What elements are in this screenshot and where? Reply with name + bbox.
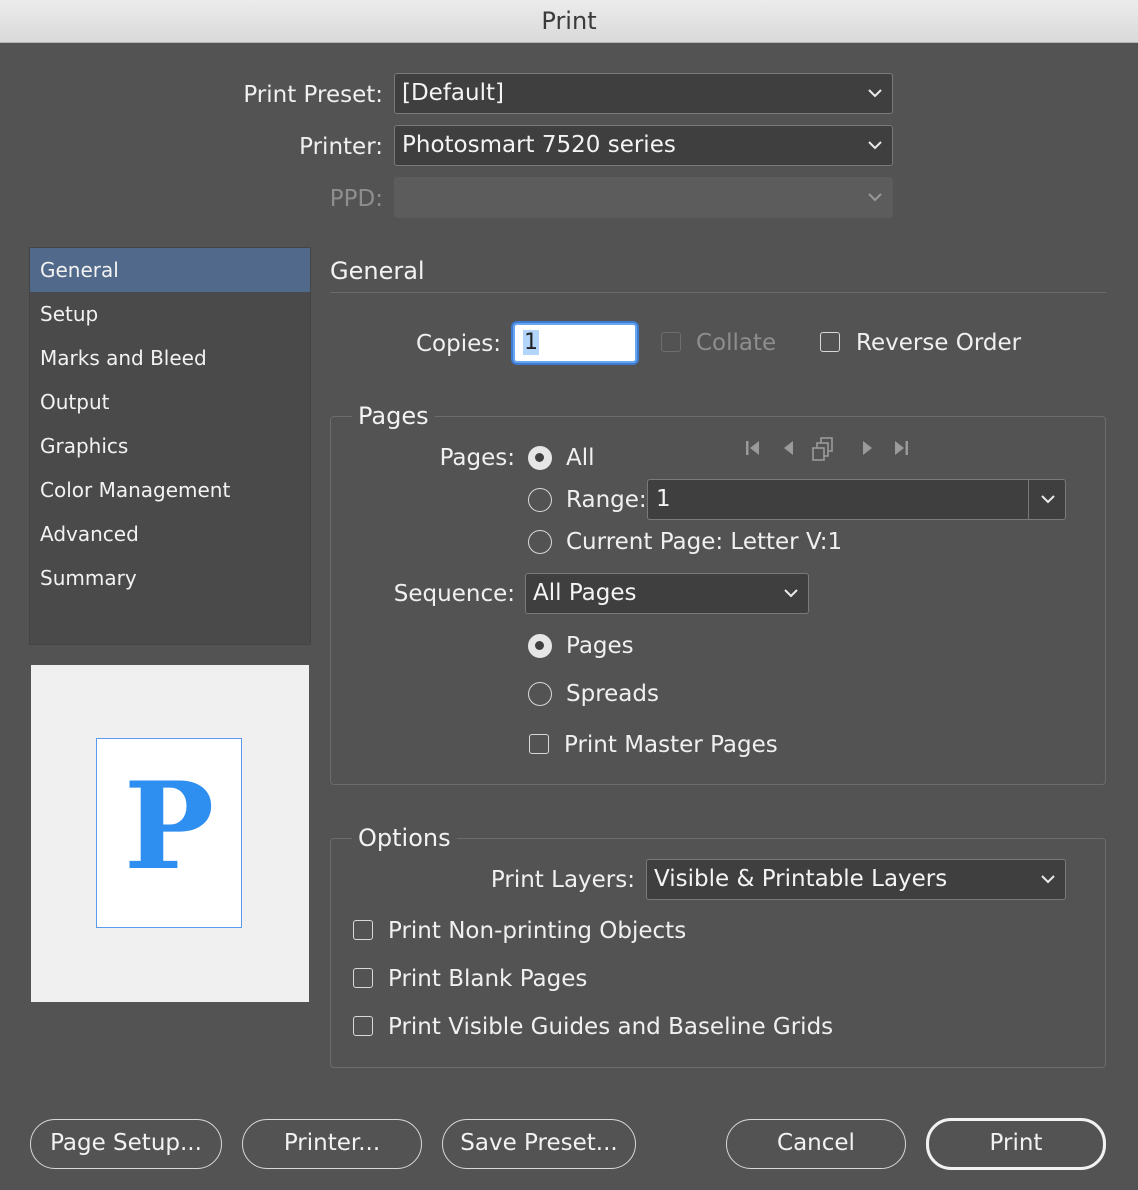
print-guides-label[interactable]: Print Visible Guides and Baseline Grids [388, 1011, 833, 1043]
chevron-down-icon [868, 178, 882, 217]
chevron-down-icon [784, 574, 798, 613]
window-title: Print [0, 0, 1138, 43]
pages-all-label[interactable]: All [566, 442, 595, 474]
save-preset-button[interactable]: Save Preset... [442, 1119, 636, 1169]
print-master-pages-checkbox[interactable] [529, 734, 549, 754]
sidebar-item-output[interactable]: Output [30, 380, 310, 424]
print-non-printing-label[interactable]: Print Non-printing Objects [388, 915, 686, 947]
print-layers-label: Print Layers: [490, 867, 635, 893]
chevron-down-icon[interactable] [1041, 480, 1055, 519]
print-button[interactable]: Print [926, 1118, 1106, 1170]
print-preset-select[interactable]: [Default] [394, 73, 893, 114]
next-page-icon [856, 438, 878, 463]
ppd-select [394, 177, 893, 218]
print-guides-checkbox[interactable] [353, 1016, 373, 1036]
pages-all-radio[interactable] [528, 446, 552, 470]
layout-pages-label[interactable]: Pages [566, 630, 634, 662]
printer-value: Photosmart 7520 series [402, 132, 676, 158]
sidebar-item-summary[interactable]: Summary [30, 556, 310, 600]
range-combobox[interactable]: 1 [647, 479, 1066, 520]
reverse-order-checkbox[interactable] [820, 332, 840, 352]
cancel-button[interactable]: Cancel [726, 1119, 906, 1169]
sidebar-item-color-management[interactable]: Color Management [30, 468, 310, 512]
pages-current-radio[interactable] [528, 530, 552, 554]
sidebar-item-marks-and-bleed[interactable]: Marks and Bleed [30, 336, 310, 380]
print-blank-pages-label[interactable]: Print Blank Pages [388, 963, 587, 995]
pages-icon [812, 436, 838, 467]
copies-label: Copies: [415, 331, 501, 357]
sequence-label: Sequence: [393, 581, 515, 607]
sidebar-item-advanced[interactable]: Advanced [30, 512, 310, 556]
print-layers-select[interactable]: Visible & Printable Layers [646, 859, 1066, 900]
sequence-select[interactable]: All Pages [525, 573, 809, 614]
pages-range-label[interactable]: Range: [566, 484, 647, 516]
print-layers-value: Visible & Printable Layers [654, 866, 948, 892]
print-blank-pages-checkbox[interactable] [353, 968, 373, 988]
collate-label: Collate [696, 330, 777, 356]
chevron-down-icon [868, 126, 882, 165]
printer-button[interactable]: Printer... [242, 1119, 422, 1169]
range-value: 1 [656, 486, 671, 512]
pages-range-radio[interactable] [528, 488, 552, 512]
chevron-down-icon [868, 74, 882, 113]
print-preset-value: [Default] [402, 80, 504, 106]
printer-select[interactable]: Photosmart 7520 series [394, 125, 893, 166]
last-page-icon [890, 438, 912, 463]
layout-spreads-label[interactable]: Spreads [566, 678, 659, 710]
layout-pages-radio[interactable] [528, 634, 552, 658]
pages-current-label[interactable]: Current Page: Letter V:1 [566, 526, 842, 558]
section-title: General [330, 257, 425, 285]
collate-checkbox [661, 332, 681, 352]
sidebar-item-setup[interactable]: Setup [30, 292, 310, 336]
layout-spreads-radio[interactable] [528, 682, 552, 706]
combobox-divider [1028, 480, 1029, 519]
pages-label: Pages: [439, 445, 515, 471]
preview-page: P [96, 738, 242, 928]
preview-glyph: P [123, 756, 215, 897]
page-navigation [742, 436, 912, 467]
printer-label: Printer: [299, 134, 383, 160]
ppd-label: PPD: [329, 186, 383, 212]
chevron-down-icon [1041, 860, 1055, 899]
section-divider [330, 292, 1106, 293]
sidebar-item-graphics[interactable]: Graphics [30, 424, 310, 468]
previous-page-icon [778, 438, 800, 463]
reverse-order-label[interactable]: Reverse Order [856, 327, 1021, 359]
sequence-value: All Pages [533, 580, 637, 606]
options-group-title: Options [352, 823, 457, 853]
pages-group-title: Pages [352, 401, 435, 431]
print-master-pages-label[interactable]: Print Master Pages [564, 729, 778, 761]
first-page-icon [742, 438, 764, 463]
sidebar: General Setup Marks and Bleed Output Gra… [29, 247, 311, 645]
copies-input[interactable]: 1 [513, 323, 637, 363]
print-preset-label: Print Preset: [243, 82, 383, 108]
print-non-printing-checkbox[interactable] [353, 920, 373, 940]
page-setup-button[interactable]: Page Setup... [30, 1119, 222, 1169]
sidebar-item-general[interactable]: General [30, 248, 310, 292]
